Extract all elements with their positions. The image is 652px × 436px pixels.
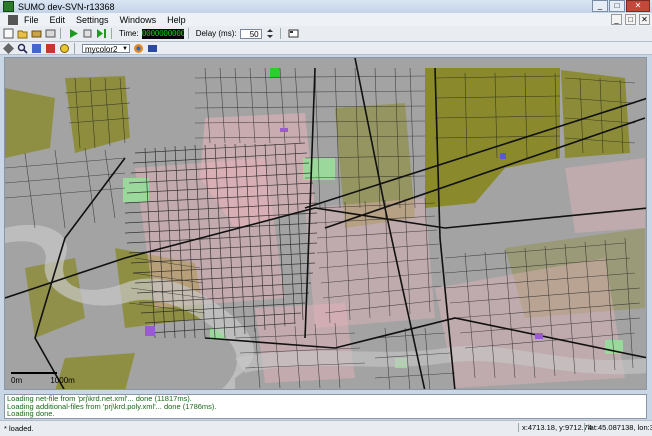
new-view-button[interactable] xyxy=(288,28,299,39)
edit-viewport-icon[interactable] xyxy=(147,43,158,54)
scale-end-label: 1000m xyxy=(50,376,75,385)
map-scale: 0m 1000m xyxy=(11,372,75,385)
status-text: * loaded. xyxy=(4,424,34,433)
mdi-minimize-button[interactable]: _ xyxy=(611,14,622,25)
map-view[interactable]: 0m 1000m xyxy=(4,57,647,390)
locate-edge-icon[interactable] xyxy=(45,43,56,54)
view-toolbar: mycolor2 ▼ xyxy=(0,42,652,55)
message-line: Loading additional-files from 'prj\krd.p… xyxy=(7,401,217,411)
toolbar-separator xyxy=(74,42,75,54)
mdi-close-button[interactable]: ✕ xyxy=(639,14,650,25)
status-bar: * loaded. x:4713.18, y:9712.74 lat:45.08… xyxy=(0,420,652,436)
color-scheme-select[interactable]: mycolor2 ▼ xyxy=(82,43,130,54)
new-window-button[interactable] xyxy=(3,28,14,39)
toolbar-separator xyxy=(187,28,189,39)
open-button[interactable] xyxy=(17,28,28,39)
time-label: Time: xyxy=(119,29,139,38)
toolbar-separator xyxy=(60,28,61,39)
sumo-app-icon xyxy=(3,1,14,12)
menu-settings[interactable]: Settings xyxy=(76,15,109,25)
menu-help[interactable]: Help xyxy=(167,15,186,25)
locate-vehicle-icon[interactable] xyxy=(59,43,70,54)
geo-coordinates: lat:45.087138, lon:38.947 xyxy=(584,423,652,432)
menu-edit[interactable]: Edit xyxy=(50,15,66,25)
menu-windows[interactable]: Windows xyxy=(120,15,157,25)
message-line: Loading done. xyxy=(7,409,55,418)
reload-button[interactable] xyxy=(31,28,42,39)
edit-coloring-icon[interactable] xyxy=(133,43,144,54)
minimize-button[interactable]: _ xyxy=(592,0,608,12)
close-sim-button[interactable] xyxy=(45,28,56,39)
step-icon[interactable] xyxy=(96,28,107,39)
title-bar: SUMO dev-SVN-r13368 _ □ ✕ xyxy=(0,0,652,13)
mdi-restore-button[interactable]: □ xyxy=(625,14,636,25)
close-button[interactable]: ✕ xyxy=(626,0,650,12)
chevron-down-icon: ▼ xyxy=(122,45,128,52)
delay-spinner[interactable]: 50 xyxy=(239,28,262,39)
scale-bar xyxy=(11,372,57,374)
stop-icon[interactable] xyxy=(82,28,93,39)
message-window: Loading net-file from 'prj\krd.net.xml'.… xyxy=(4,394,647,419)
time-display: 00000000000 xyxy=(141,28,184,39)
delay-label: Delay (ms): xyxy=(195,29,237,38)
delay-spin-arrows-icon[interactable] xyxy=(265,28,276,39)
menu-bar: File Edit Settings Windows Help _ □ ✕ xyxy=(0,13,652,26)
document-icon xyxy=(8,14,18,25)
maximize-button[interactable]: □ xyxy=(609,0,625,12)
play-icon[interactable] xyxy=(68,28,79,39)
toolbar-separator xyxy=(111,28,112,39)
cursor-coordinates: x:4713.18, y:9712.74 xyxy=(518,423,592,432)
window-controls: _ □ ✕ xyxy=(591,0,650,12)
zoom-icon[interactable] xyxy=(17,43,28,54)
window-title: SUMO dev-SVN-r13368 xyxy=(18,1,115,12)
locate-junction-icon[interactable] xyxy=(31,43,42,54)
mdi-controls: _ □ ✕ xyxy=(608,14,650,25)
road-network-map[interactable] xyxy=(5,58,647,390)
toolbar-separator xyxy=(279,28,281,39)
recenter-icon[interactable] xyxy=(3,42,14,54)
main-toolbar: Time: 00000000000 Delay (ms): 50 xyxy=(0,26,652,42)
menu-file[interactable]: File xyxy=(24,15,39,25)
scale-start-label: 0m xyxy=(11,376,23,385)
